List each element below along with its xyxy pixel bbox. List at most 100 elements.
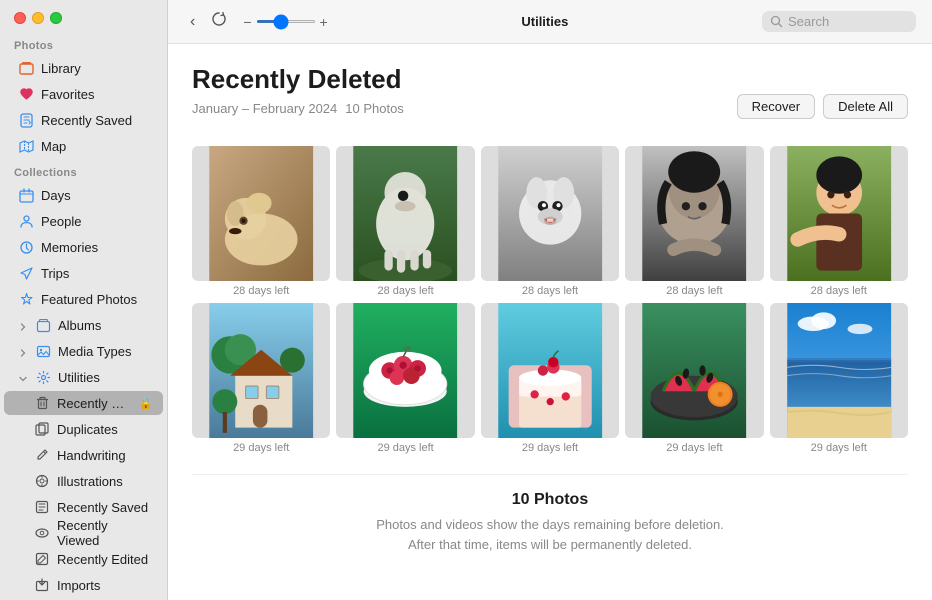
sidebar-item-featured-photos[interactable]: Featured Photos (4, 287, 163, 311)
trash-icon (34, 395, 50, 411)
sidebar-item-library[interactable]: Library (4, 56, 163, 80)
page-title: Recently Deleted (192, 64, 404, 95)
zoom-plus: + (320, 14, 328, 30)
sidebar-item-trips-label: Trips (41, 266, 69, 281)
sidebar-item-recently-saved-sub[interactable]: Recently Saved (4, 495, 163, 519)
sidebar-item-duplicates[interactable]: Duplicates (4, 417, 163, 441)
recently-saved-icon (18, 112, 34, 128)
rotate-button[interactable] (205, 8, 233, 35)
sidebar-item-recently-deleted[interactable]: Recently Delet... 🔒 (4, 391, 163, 415)
sidebar-item-recently-edited-label: Recently Edited (57, 552, 148, 567)
photo-cell-1[interactable]: 28 days left (336, 146, 474, 297)
sidebar-item-utilities-label: Utilities (58, 370, 100, 385)
import-icon (34, 577, 50, 593)
photo-cell-5[interactable]: 29 days left (192, 303, 330, 454)
illustration-icon (34, 473, 50, 489)
edit-icon (34, 551, 50, 567)
person-icon (18, 213, 34, 229)
sidebar-item-illustrations[interactable]: Illustrations (4, 469, 163, 493)
toolbar: ‹ − + Utilities (168, 0, 932, 44)
close-button[interactable] (14, 12, 26, 24)
sidebar-item-duplicates-label: Duplicates (57, 422, 118, 437)
sidebar-item-trips[interactable]: Trips (4, 261, 163, 285)
recently-saved-sub-icon (34, 499, 50, 515)
footer-count: 10 Photos (192, 491, 908, 509)
sidebar-item-recently-saved[interactable]: Recently Saved (4, 108, 163, 132)
sidebar-item-handwriting-label: Handwriting (57, 448, 126, 463)
search-input[interactable] (788, 14, 908, 29)
sidebar-item-people[interactable]: People (4, 209, 163, 233)
sidebar-item-memories-label: Memories (41, 240, 98, 255)
library-icon (18, 60, 34, 76)
photo-cell-7[interactable]: 29 days left (481, 303, 619, 454)
map-icon (18, 138, 34, 154)
delete-all-button[interactable]: Delete All (823, 94, 908, 119)
photo-thumb-8[interactable] (625, 303, 763, 438)
photo-thumb-0[interactable] (192, 146, 330, 281)
minimize-button[interactable] (32, 12, 44, 24)
sidebar-item-handwriting[interactable]: Handwriting (4, 443, 163, 467)
photo-label-8: 29 days left (666, 442, 722, 454)
sidebar-item-recently-edited[interactable]: Recently Edited (4, 547, 163, 571)
footer-line1: Photos and videos show the days remainin… (376, 517, 724, 532)
sidebar-item-people-label: People (41, 214, 81, 229)
photo-thumb-4[interactable] (770, 146, 908, 281)
plane-icon (18, 265, 34, 281)
sidebar-item-recently-viewed-label: Recently Viewed (57, 518, 153, 548)
photo-label-2: 28 days left (522, 285, 578, 297)
photo-cell-9[interactable]: 29 days left (770, 303, 908, 454)
memories-icon (18, 239, 34, 255)
photo-cell-3[interactable]: 28 days left (625, 146, 763, 297)
header-right: Recover Delete All (737, 64, 908, 119)
photo-cell-8[interactable]: 29 days left (625, 303, 763, 454)
photo-label-5: 29 days left (233, 442, 289, 454)
sidebar-item-imports-label: Imports (57, 578, 100, 593)
star-icon (18, 291, 34, 307)
zoom-slider-input[interactable] (256, 20, 316, 23)
traffic-lights (0, 0, 167, 32)
main-content: ‹ − + Utilities Recently Dele (168, 0, 932, 600)
photo-thumb-2[interactable] (481, 146, 619, 281)
photo-label-1: 28 days left (377, 285, 433, 297)
sidebar-item-map[interactable]: Map (4, 134, 163, 158)
photo-cell-0[interactable]: 28 days left (192, 146, 330, 297)
search-bar[interactable] (762, 11, 916, 32)
sidebar-item-memories[interactable]: Memories (4, 235, 163, 259)
toolbar-title: Utilities (338, 14, 752, 29)
collections-section-label: Collections (0, 159, 167, 182)
sidebar-item-favorites-label: Favorites (41, 87, 94, 102)
photo-thumb-5[interactable] (192, 303, 330, 438)
sidebar-item-utilities[interactable]: Utilities (4, 365, 163, 389)
eye-icon (34, 525, 50, 541)
photo-thumb-3[interactable] (625, 146, 763, 281)
maximize-button[interactable] (50, 12, 62, 24)
sidebar-item-favorites[interactable]: Favorites (4, 82, 163, 106)
photo-thumb-1[interactable] (336, 146, 474, 281)
zoom-minus: − (243, 14, 251, 30)
photo-thumb-6[interactable] (336, 303, 474, 438)
photo-label-6: 29 days left (377, 442, 433, 454)
sidebar: Photos Library Favorites Recently Saved (0, 0, 168, 600)
sidebar-item-imports[interactable]: Imports (4, 573, 163, 597)
back-button[interactable]: ‹ (184, 10, 201, 34)
content-footer: 10 Photos Photos and videos show the day… (192, 474, 908, 574)
photo-cell-2[interactable]: 28 days left (481, 146, 619, 297)
photo-thumb-7[interactable] (481, 303, 619, 438)
sidebar-item-recently-saved-label: Recently Saved (41, 113, 132, 128)
photo-cell-4[interactable]: 28 days left (770, 146, 908, 297)
sidebar-item-map-label: Map (41, 139, 66, 154)
zoom-control: − + (243, 14, 327, 30)
heart-icon (18, 86, 34, 102)
photos-section-label: Photos (0, 32, 167, 55)
sidebar-item-media-types[interactable]: Media Types (4, 339, 163, 363)
sidebar-item-days[interactable]: Days (4, 183, 163, 207)
content-area: Recently Deleted January – February 2024… (168, 44, 932, 600)
recover-button[interactable]: Recover (737, 94, 815, 119)
photo-thumb-9[interactable] (770, 303, 908, 438)
sidebar-item-recently-viewed[interactable]: Recently Viewed (4, 521, 163, 545)
sidebar-item-featured-photos-label: Featured Photos (41, 292, 137, 307)
photo-label-4: 28 days left (811, 285, 867, 297)
sidebar-item-albums[interactable]: Albums (4, 313, 163, 337)
photo-cell-6[interactable]: 29 days left (336, 303, 474, 454)
toolbar-nav: ‹ (184, 8, 233, 35)
